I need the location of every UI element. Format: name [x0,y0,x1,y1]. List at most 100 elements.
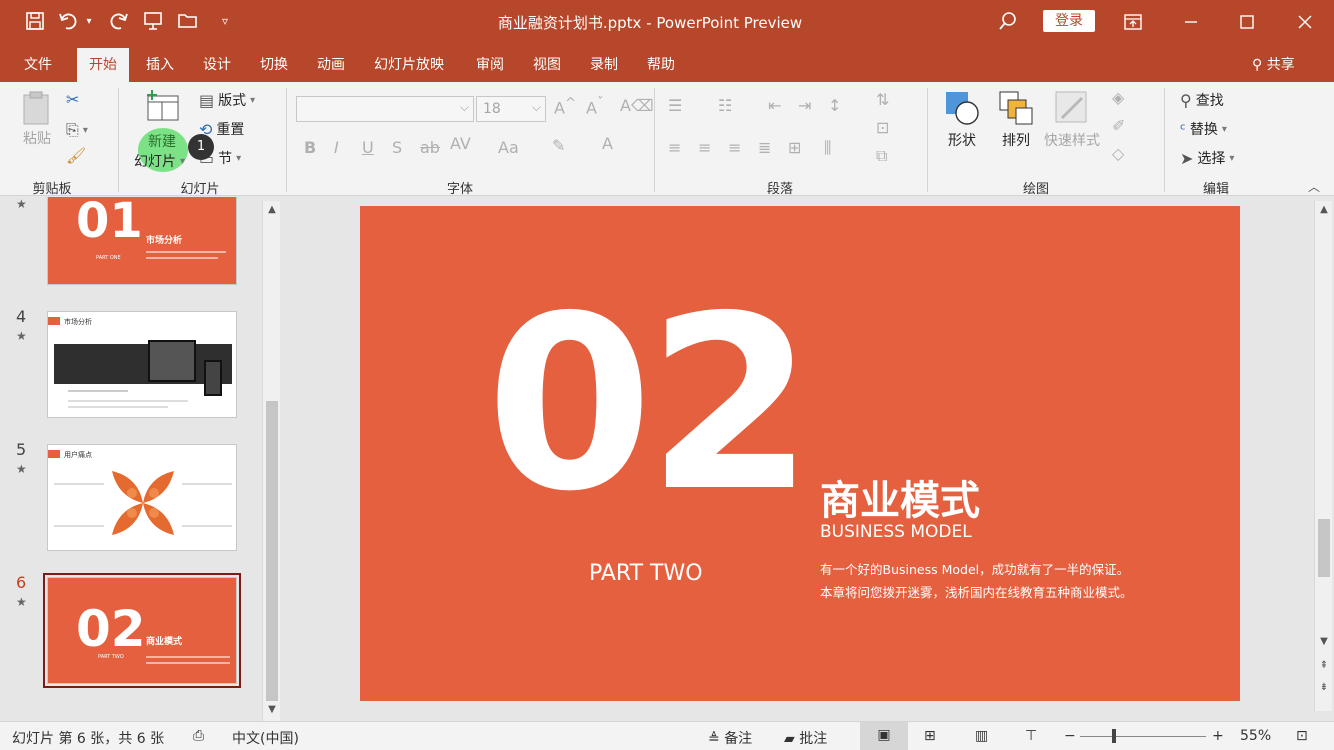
share-button[interactable]: ⚲ 共享 [1252,54,1295,74]
align-center-icon[interactable]: ≡ [698,138,711,157]
clear-format-icon[interactable]: A⌫ [620,96,654,115]
part-label[interactable]: PART TWO [589,561,703,586]
find-button[interactable]: ⚲ 查找 [1180,90,1224,110]
slide-number-text[interactable]: 02 [486,284,814,524]
tab-home[interactable]: 开始 [77,48,129,82]
replace-button[interactable]: ᶜ 替换 ▾ [1180,119,1227,139]
ribbon-display-icon[interactable] [1108,0,1158,44]
zoom-level[interactable]: 55% [1240,728,1271,744]
slide-description[interactable]: 有一个好的Business Model，成功就有了一半的保证。 本章将问您拨开迷… [820,558,1133,604]
tab-help[interactable]: 帮助 [647,54,675,74]
zoom-in-icon[interactable]: + [1212,728,1224,744]
strikethrough-icon[interactable]: ab [420,138,440,157]
search-icon[interactable] [995,8,1021,34]
arrange-button[interactable]: 排列 [998,90,1034,150]
slide-thumbnail-4[interactable]: 市场分析 [47,311,237,418]
layout-button[interactable]: ▤ 版式 ▾ [199,90,255,110]
login-button[interactable]: 登录 [1043,10,1095,32]
select-button[interactable]: ➤ 选择 ▾ [1180,148,1234,168]
tab-insert[interactable]: 插入 [146,54,174,74]
quick-styles-button[interactable]: 快速样式 [1044,90,1100,150]
slideshow-view-icon[interactable]: ⊤ [1025,728,1037,744]
slide-thumbnail-3[interactable]: 01 PART ONE 市场分析 [47,197,237,285]
font-name-combo[interactable]: ⌵ [296,96,474,122]
tab-animations[interactable]: 动画 [317,54,345,74]
increase-indent-icon[interactable]: ⇥ [798,96,811,115]
next-slide-icon[interactable]: ⇟ [1315,679,1333,697]
tab-review[interactable]: 审阅 [476,54,504,74]
save-icon[interactable] [22,8,48,34]
paste-button[interactable]: 粘贴 [20,90,54,148]
scroll-thumb[interactable] [266,401,278,701]
change-case-icon[interactable]: Aa [498,138,519,157]
current-slide[interactable]: 02 PART TWO 商业模式 BUSINESS MODEL 有一个好的Bus… [360,206,1240,701]
bold-icon[interactable]: B [304,138,316,157]
tab-slideshow[interactable]: 幻灯片放映 [374,54,444,74]
grow-font-icon[interactable]: A^ [554,96,576,117]
slide-title[interactable]: 商业模式 [820,468,980,526]
zoom-out-icon[interactable]: − [1064,728,1076,744]
new-slide-button[interactable]: 幻灯片 ▾ [134,151,185,171]
previous-slide-icon[interactable]: ⇞ [1315,657,1333,675]
zoom-slider-knob[interactable] [1112,729,1116,743]
slide-scrollbar[interactable]: ▲ ▼ ⇞ ⇟ [1314,201,1332,711]
highlight-icon[interactable]: ✎ [552,136,565,155]
customize-icon[interactable]: ▿ [212,8,238,34]
tab-view[interactable]: 视图 [533,54,561,74]
redo-icon[interactable] [105,8,131,34]
shape-outline-icon[interactable]: ✐ [1112,116,1125,135]
thumbnail-scrollbar[interactable]: ▲ ▼ [262,201,280,721]
distribute-icon[interactable]: ⊞ [788,138,801,157]
slide-subtitle[interactable]: BUSINESS MODEL [820,522,972,542]
reading-view-icon[interactable]: ▥ [975,728,988,744]
slide-thumbnail-5[interactable]: 用户痛点 [47,444,237,551]
normal-view-icon[interactable]: ▣ [860,722,908,750]
present-icon[interactable] [140,8,166,34]
scroll-up-icon[interactable]: ▲ [1315,201,1333,219]
collapse-ribbon-icon[interactable]: ︿ [1308,178,1320,195]
cut-icon[interactable]: ✂ [66,90,79,109]
align-text-icon[interactable]: ⊡ [876,118,889,137]
copy-icon[interactable]: ⎘ ▾ [66,120,88,140]
undo-icon[interactable] [56,8,82,34]
scroll-down-icon[interactable]: ▼ [263,701,281,719]
underline-icon[interactable]: U [362,138,374,157]
close-icon[interactable] [1280,0,1330,44]
numbering-icon[interactable]: ☷ [718,96,732,115]
columns-icon[interactable]: ⫼ [824,138,831,158]
bullets-icon[interactable]: ☰ [668,96,682,115]
language-status[interactable]: 中文(中国) [232,728,299,748]
align-right-icon[interactable]: ≡ [728,138,741,157]
new-slide-label-1[interactable]: 新建 [148,131,176,151]
tab-record[interactable]: 录制 [590,54,618,74]
justify-icon[interactable]: ≣ [758,138,771,157]
smartart-icon[interactable]: ⧉ [876,146,887,166]
shapes-button[interactable]: 形状 [944,90,980,150]
zoom-slider[interactable] [1080,736,1206,737]
scroll-down-icon[interactable]: ▼ [1315,633,1333,651]
minimize-icon[interactable] [1166,0,1216,44]
align-left-icon[interactable]: ≡ [668,138,681,157]
notes-button[interactable]: ≜ 备注 [708,728,752,748]
scroll-up-icon[interactable]: ▲ [263,201,281,219]
font-size-combo[interactable]: 18 ⌵ [476,96,546,122]
slide-thumbnail-6[interactable]: 02 PART TWO 商业模式 [43,573,241,688]
tab-design[interactable]: 设计 [203,54,231,74]
undo-dropdown-icon[interactable]: ▾ [82,8,96,34]
font-color-icon[interactable]: A [602,134,613,153]
decrease-indent-icon[interactable]: ⇤ [768,96,781,115]
format-painter-icon[interactable]: 🖌 [66,146,86,165]
shrink-font-icon[interactable]: Aˇ [586,96,604,117]
line-spacing-icon[interactable]: ↕ [828,96,841,115]
text-direction-icon[interactable]: ⇅ [876,90,889,109]
italic-icon[interactable]: I [334,138,339,157]
char-spacing-icon[interactable]: AV [450,134,471,153]
shadow-icon[interactable]: S [392,138,402,157]
shape-fill-icon[interactable]: ◈ [1112,88,1124,107]
tab-transitions[interactable]: 切换 [260,54,288,74]
shape-effects-icon[interactable]: ◇ [1112,144,1124,163]
fit-to-window-icon[interactable]: ⊡ [1296,728,1308,744]
scroll-thumb[interactable] [1318,519,1330,577]
comments-button[interactable]: ▰ 批注 [784,728,827,748]
tab-file[interactable]: 文件 [24,54,52,74]
